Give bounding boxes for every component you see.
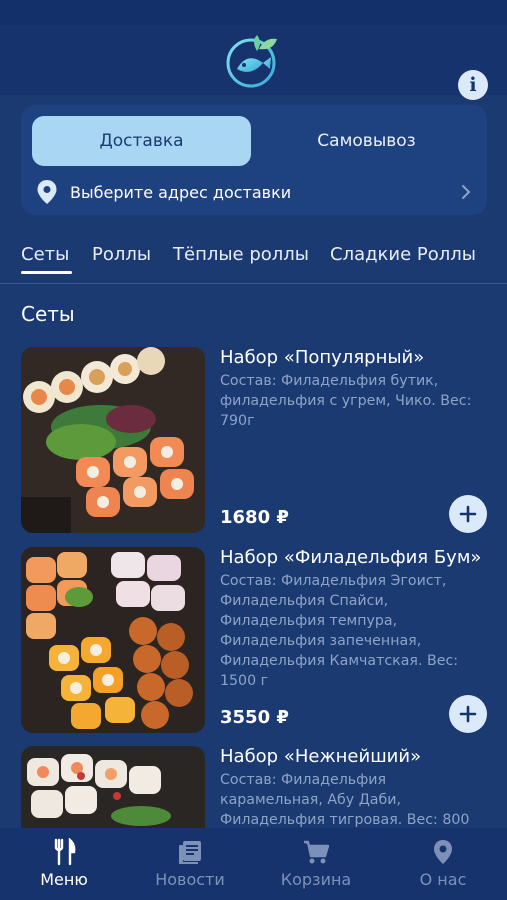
address-placeholder: Выберите адрес доставки: [70, 182, 292, 202]
nav-menu[interactable]: Меню: [4, 838, 124, 889]
product-photo: [21, 347, 205, 533]
nav-about[interactable]: О нас: [383, 838, 503, 889]
status-bar: [0, 0, 507, 25]
tab-warm-rolls[interactable]: Тёплые роллы: [173, 244, 309, 265]
product-price: 1680 ₽: [220, 507, 289, 528]
location-pin-icon: [434, 840, 452, 864]
delivery-method-card: Доставка Самовывоз Выберите адрес достав…: [21, 105, 487, 215]
product-description: Состав: Филадельфия карамельная, Абу Даб…: [220, 772, 470, 828]
nav-cart[interactable]: Корзина: [256, 838, 376, 889]
product-title: Набор «Нежнейший»: [220, 746, 422, 767]
address-selector[interactable]: Выберите адрес доставки: [33, 177, 479, 207]
delivery-toggle-button[interactable]: Доставка: [32, 116, 251, 166]
pickup-toggle-button[interactable]: Самовывоз: [257, 116, 476, 166]
location-pin-icon: [37, 180, 57, 204]
news-icon: [179, 841, 201, 864]
plus-icon: [459, 505, 477, 523]
nav-about-label: О нас: [419, 870, 467, 889]
product-card[interactable]: Набор «Популярный» Состав: Филадельфия б…: [21, 347, 487, 533]
tab-sets[interactable]: Сеты: [21, 244, 69, 265]
product-title: Набор «Филадельфия Бум»: [220, 547, 482, 568]
tab-rolls[interactable]: Роллы: [92, 244, 151, 265]
category-tabs: Сеты Роллы Тёплые роллы Сладкие Роллы: [0, 238, 507, 284]
active-tab-indicator: [21, 271, 72, 274]
fish-leaf-logo: [226, 35, 277, 88]
add-to-cart-button[interactable]: [449, 695, 487, 733]
fork-knife-icon: [54, 838, 76, 866]
add-to-cart-button[interactable]: [449, 495, 487, 533]
nav-news-label: Новости: [155, 870, 225, 889]
product-title: Набор «Популярный»: [220, 347, 425, 368]
chevron-right-icon: [462, 185, 471, 199]
product-description: Состав: Филадельфия бутик, филадельфия с…: [220, 373, 472, 429]
cart-icon: [304, 840, 330, 864]
info-icon: i: [469, 74, 477, 96]
app-header: i: [0, 25, 507, 100]
product-photo: [21, 746, 205, 828]
product-card[interactable]: Набор «Филадельфия Бум» Состав: Филадель…: [21, 547, 487, 733]
tab-sweet-rolls[interactable]: Сладкие Роллы: [330, 244, 476, 265]
product-photo: [21, 547, 205, 733]
nav-menu-label: Меню: [40, 870, 88, 889]
product-card[interactable]: Набор «Нежнейший» Состав: Филадельфия ка…: [21, 746, 487, 828]
bottom-navigation: Меню Новости Корзина О нас: [0, 828, 507, 900]
info-button[interactable]: i: [458, 70, 488, 100]
plus-icon: [459, 705, 477, 723]
product-price: 3550 ₽: [220, 707, 289, 728]
nav-news[interactable]: Новости: [130, 838, 250, 889]
product-description: Состав: Филадельфия Эгоист, Филадельфия …: [220, 573, 459, 689]
section-title: Сеты: [21, 302, 75, 326]
nav-cart-label: Корзина: [280, 870, 352, 889]
